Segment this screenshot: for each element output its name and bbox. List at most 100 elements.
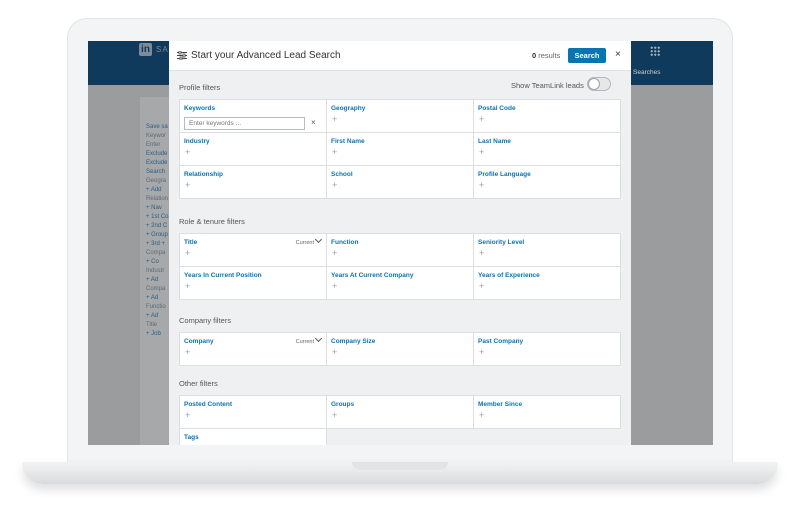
add-icon[interactable]: + xyxy=(185,411,190,420)
chevron-down-icon xyxy=(314,334,323,343)
filter-last-name[interactable]: Last Name + xyxy=(473,132,621,166)
add-icon[interactable]: + xyxy=(185,148,190,157)
filter-posted-content[interactable]: Posted Content + xyxy=(179,395,327,429)
filter-label: Tags xyxy=(184,434,199,441)
filter-keywords: Keywords × xyxy=(179,99,327,133)
filter-years-of-experience[interactable]: Years of Experience + xyxy=(473,266,621,300)
laptop-screen: in SA Searches Save sa Keywor Enter Exclude… xyxy=(88,41,713,445)
add-icon[interactable]: + xyxy=(479,181,484,190)
add-icon[interactable]: + xyxy=(479,148,484,157)
filter-postal-code[interactable]: Postal Code + xyxy=(473,99,621,133)
app-filter-line: + Ad xyxy=(146,277,159,283)
filter-years-in-position[interactable]: Years In Current Position + xyxy=(179,266,327,300)
app-filter-line: Title xyxy=(146,322,158,328)
saved-searches-link[interactable]: Searches xyxy=(633,69,660,76)
filter-function[interactable]: Function + xyxy=(326,233,474,267)
filter-label: Title xyxy=(184,239,198,246)
add-icon[interactable]: + xyxy=(185,444,190,446)
app-filter-line: Save sa xyxy=(146,124,168,130)
filter-label: Years of Experience xyxy=(478,272,540,279)
app-filter-line: Keywor xyxy=(146,133,167,139)
app-filter-line: Industr xyxy=(146,268,165,274)
modal-title: Start your Advanced Lead Search xyxy=(191,50,341,61)
search-button[interactable]: Search xyxy=(568,48,606,63)
add-icon[interactable]: + xyxy=(332,249,337,258)
app-filter-line: + 1st Co xyxy=(146,214,169,220)
app-filter-line: Relation xyxy=(146,196,169,202)
filter-label: Company Size xyxy=(331,338,376,345)
filter-tags[interactable]: Tags + xyxy=(179,428,327,445)
add-icon[interactable]: + xyxy=(479,249,484,258)
filter-title[interactable]: Title Current + xyxy=(179,233,327,267)
filter-profile-language[interactable]: Profile Language + xyxy=(473,165,621,199)
add-icon[interactable]: + xyxy=(332,148,337,157)
add-icon[interactable]: + xyxy=(332,282,337,291)
filter-school[interactable]: School + xyxy=(326,165,474,199)
add-icon[interactable]: + xyxy=(332,348,337,357)
apps-grid-icon[interactable] xyxy=(650,46,660,56)
app-filter-line: Exclude xyxy=(146,160,168,166)
filter-industry[interactable]: Industry + xyxy=(179,132,327,166)
teamlink-toggle[interactable] xyxy=(587,77,611,91)
add-icon[interactable]: + xyxy=(185,348,190,357)
filter-label: Profile Language xyxy=(478,171,531,178)
filter-member-since[interactable]: Member Since + xyxy=(473,395,621,429)
advanced-search-modal: Start your Advanced Lead Search 0 result… xyxy=(169,41,631,445)
laptop-notch xyxy=(352,462,448,470)
filter-label: Keywords xyxy=(184,105,216,112)
app-filter-line: + Ad xyxy=(146,313,159,319)
app-filter-line: Search xyxy=(146,169,166,175)
filter-label: Last Name xyxy=(478,138,511,145)
profile-filters-heading: Profile filters xyxy=(179,83,221,92)
current-label: Current xyxy=(295,240,314,246)
filter-geography[interactable]: Geography + xyxy=(326,99,474,133)
current-dropdown[interactable]: Current xyxy=(296,334,323,345)
filter-label: Years At Current Company xyxy=(331,272,414,279)
current-dropdown[interactable]: Current xyxy=(295,235,323,246)
filter-label: Member Since xyxy=(478,401,523,408)
add-icon[interactable]: + xyxy=(332,115,337,124)
filter-company[interactable]: Company Current + xyxy=(179,332,327,366)
add-icon[interactable]: + xyxy=(332,411,337,420)
app-filter-line: Compa xyxy=(146,250,166,256)
other-filters-grid: Posted Content + Groups + Member Since +… xyxy=(179,395,621,445)
add-icon[interactable]: + xyxy=(185,249,190,258)
filter-seniority-level[interactable]: Seniority Level + xyxy=(473,233,621,267)
add-icon[interactable]: + xyxy=(479,411,484,420)
other-filters-heading: Other filters xyxy=(179,379,218,388)
role-filters-heading: Role & tenure filters xyxy=(179,217,245,226)
add-icon[interactable]: + xyxy=(479,115,484,124)
filter-label: Years In Current Position xyxy=(184,272,262,279)
add-icon[interactable]: + xyxy=(479,282,484,291)
role-filters-grid: Title Current + Function + Seniority Lev… xyxy=(179,233,621,300)
filter-first-name[interactable]: First Name + xyxy=(326,132,474,166)
app-filter-line: Compa xyxy=(146,286,166,292)
filter-label: Company xyxy=(184,338,214,345)
filter-relationship[interactable]: Relationship + xyxy=(179,165,327,199)
filter-company-size[interactable]: Company Size + xyxy=(326,332,474,366)
clear-keywords-icon[interactable]: × xyxy=(311,118,316,127)
profile-filters-grid: Keywords × Geography + Postal Code + Ind… xyxy=(179,99,621,199)
results-label: results xyxy=(538,51,561,60)
add-icon[interactable]: + xyxy=(332,181,337,190)
app-filter-line: + 2nd C xyxy=(146,223,168,229)
filter-past-company[interactable]: Past Company + xyxy=(473,332,621,366)
add-icon[interactable]: + xyxy=(479,348,484,357)
filter-years-at-company[interactable]: Years At Current Company + xyxy=(326,266,474,300)
results-count: 0 results xyxy=(532,51,560,60)
keywords-input[interactable] xyxy=(184,117,305,130)
app-filter-line: + Group xyxy=(146,232,168,238)
add-icon[interactable]: + xyxy=(185,181,190,190)
linkedin-logo-icon: in xyxy=(139,43,152,56)
add-icon[interactable]: + xyxy=(185,282,190,291)
app-brand: SA xyxy=(156,45,169,54)
filter-label: First Name xyxy=(331,138,365,145)
filter-groups[interactable]: Groups + xyxy=(326,395,474,429)
modal-header: Start your Advanced Lead Search 0 result… xyxy=(169,41,631,71)
filter-label: Groups xyxy=(331,401,355,408)
app-filter-line: Exclude xyxy=(146,151,168,157)
app-filter-line: + Co xyxy=(146,259,159,265)
close-icon[interactable]: × xyxy=(615,49,621,60)
filter-label: Relationship xyxy=(184,171,224,178)
app-filter-line: Enter xyxy=(146,142,161,148)
